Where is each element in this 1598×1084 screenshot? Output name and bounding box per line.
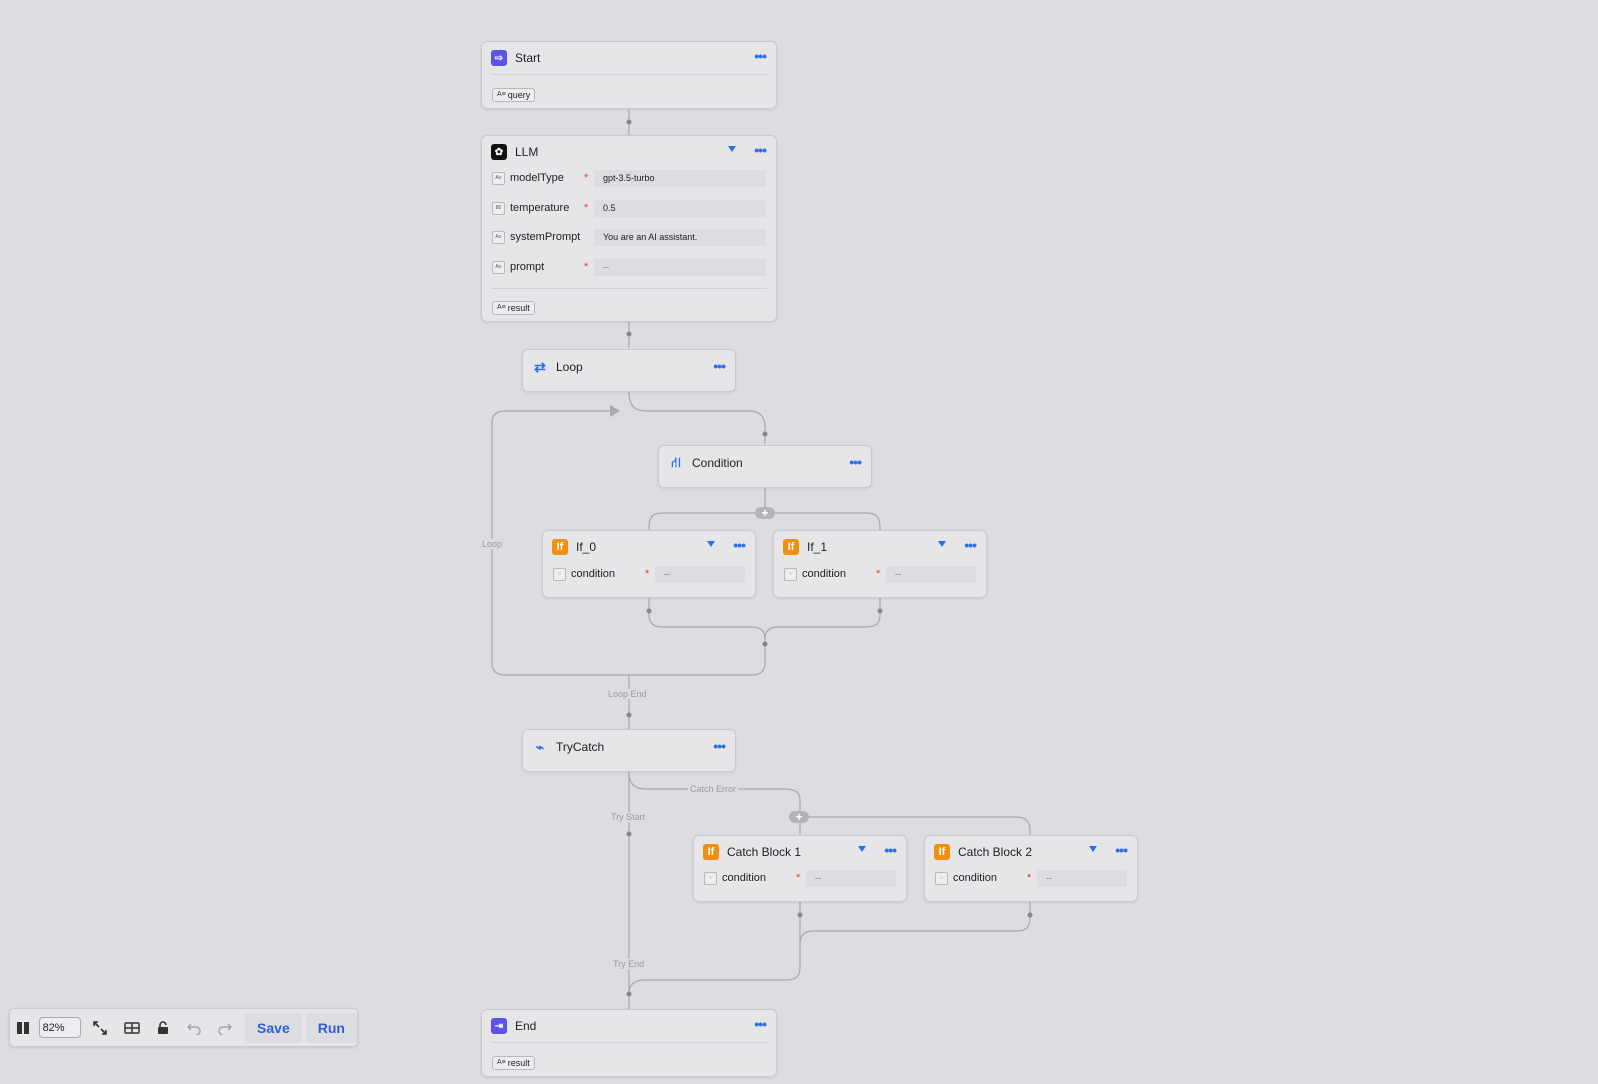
condition-row: ◌ condition * -- [553, 565, 745, 583]
modeltype-field[interactable]: gpt-3.5-turbo [594, 169, 766, 187]
edge-label-try-end: Try End [611, 959, 647, 969]
if-icon: If [934, 844, 950, 860]
if-icon: If [783, 539, 799, 555]
node-title: LLM [515, 145, 539, 159]
boolean-type-icon: ◌ [553, 567, 566, 581]
auto-layout-icon[interactable] [116, 1013, 147, 1043]
end-node[interactable]: ⇥ End ••• A≡ result [481, 1009, 777, 1077]
systemprompt-field[interactable]: You are an AI assistant. [594, 228, 766, 246]
input-row-prompt: A≡ prompt * -- [492, 258, 766, 276]
string-type-icon: A≡ [492, 171, 505, 185]
input-row-temperature: 80 temperature * 0.5 [492, 199, 766, 217]
number-type-icon: 80 [492, 201, 505, 215]
boolean-type-icon: ◌ [784, 567, 797, 581]
required-mark: * [645, 568, 650, 580]
node-title: Loop [556, 360, 583, 374]
flow-canvas[interactable]: Loop Loop End Catch Error Try Start Try … [0, 0, 1598, 1084]
more-dots-icon[interactable]: ••• [733, 538, 746, 552]
save-button[interactable]: Save [245, 1012, 302, 1043]
if1-node[interactable]: If If_1 ••• ◌ condition * -- [773, 530, 987, 598]
add-branch-button[interactable]: + [755, 507, 775, 519]
condition-field[interactable]: -- [1037, 869, 1127, 887]
more-dots-icon[interactable]: ••• [754, 49, 767, 63]
node-title: Condition [692, 456, 743, 470]
fit-view-icon[interactable] [85, 1013, 116, 1043]
node-title: TryCatch [556, 740, 605, 754]
node-title: Start [515, 51, 541, 65]
if-icon: If [703, 844, 719, 860]
trycatch-node[interactable]: ⌁ TryCatch ••• [522, 729, 736, 772]
more-dots-icon[interactable]: ••• [884, 843, 897, 857]
catch-block-1-node[interactable]: If Catch Block 1 ••• ◌ condition * -- [693, 835, 907, 902]
edge-label-loop-end: Loop End [606, 689, 649, 699]
condition-field[interactable]: -- [655, 565, 745, 583]
more-dots-icon[interactable]: ••• [1115, 843, 1128, 857]
collapse-caret-icon[interactable] [1089, 846, 1097, 852]
string-type-icon: A≡ [492, 230, 505, 244]
input-row-systemprompt: A≡ systemPrompt You are an AI assistant. [492, 228, 766, 246]
condition-field[interactable]: -- [806, 869, 896, 887]
output-tag: A≡ query [492, 87, 536, 102]
llm-node[interactable]: ✿ LLM ••• A≡ modelType * gpt-3.5-turbo 8… [481, 135, 777, 322]
run-button[interactable]: Run [305, 1012, 357, 1043]
condition-row: ◌ condition * -- [935, 869, 1127, 887]
more-dots-icon[interactable]: ••• [754, 143, 767, 157]
more-dots-icon[interactable]: ••• [713, 739, 726, 753]
string-type-icon: A≡ [492, 260, 505, 274]
boolean-type-icon: ◌ [704, 871, 717, 885]
condition-icon: ⛙ [671, 453, 681, 470]
input-row-modeltype: A≡ modelType * gpt-3.5-turbo [492, 169, 766, 187]
condition-row: ◌ condition * -- [784, 565, 976, 583]
node-title: End [515, 1019, 537, 1033]
condition-node[interactable]: ⛙ Condition ••• [658, 445, 872, 488]
required-mark: * [584, 202, 589, 214]
node-title: Catch Block 1 [727, 845, 802, 859]
zoom-input[interactable]: 82% [38, 1017, 81, 1038]
output-tag: A≡ result [492, 1055, 535, 1070]
output-tag: A≡ result [492, 300, 535, 315]
catch-block-2-node[interactable]: If Catch Block 2 ••• ◌ condition * -- [924, 835, 1138, 902]
edge-label-try-start: Try Start [609, 812, 648, 822]
node-title: If_1 [807, 540, 828, 554]
more-dots-icon[interactable]: ••• [964, 538, 977, 552]
start-icon: ⇨ [491, 50, 507, 66]
required-mark: * [796, 872, 801, 884]
collapse-caret-icon[interactable] [728, 146, 736, 152]
condition-row: ◌ condition * -- [704, 869, 896, 887]
required-mark: * [876, 568, 881, 580]
condition-field[interactable]: -- [886, 565, 976, 583]
start-node[interactable]: ⇨ Start ••• A≡ query [481, 41, 777, 109]
required-mark: * [584, 261, 589, 273]
edge-label-catch-error: Catch Error [688, 784, 739, 794]
more-dots-icon[interactable]: ••• [849, 455, 862, 469]
llm-icon: ✿ [491, 144, 507, 160]
boolean-type-icon: ◌ [935, 871, 948, 885]
redo-icon[interactable] [210, 1013, 241, 1043]
collapse-caret-icon[interactable] [858, 846, 866, 852]
more-dots-icon[interactable]: ••• [713, 359, 726, 373]
required-mark: * [1027, 872, 1032, 884]
canvas-toolbar: 82% Save Run [9, 1008, 358, 1047]
divider [491, 288, 767, 289]
prompt-field[interactable]: -- [594, 258, 766, 276]
end-icon: ⇥ [491, 1018, 507, 1034]
more-dots-icon[interactable]: ••• [754, 1017, 767, 1031]
node-title: If_0 [576, 540, 597, 554]
collapse-caret-icon[interactable] [938, 541, 946, 547]
undo-icon[interactable] [178, 1013, 209, 1043]
node-title: Catch Block 2 [958, 845, 1033, 859]
loop-node[interactable]: ⇄ Loop ••• [522, 349, 736, 392]
temperature-field[interactable]: 0.5 [594, 199, 766, 217]
collapse-caret-icon[interactable] [707, 541, 715, 547]
minimap-toggle-icon[interactable] [10, 1013, 37, 1043]
if0-node[interactable]: If If_0 ••• ◌ condition * -- [542, 530, 756, 598]
edge-label-loop: Loop [480, 539, 505, 549]
loop-icon: ⇄ [534, 358, 546, 375]
if-icon: If [552, 539, 568, 555]
add-catch-block-button[interactable]: + [789, 811, 809, 823]
required-mark: * [584, 172, 589, 184]
trycatch-icon: ⌁ [535, 738, 545, 755]
lock-icon[interactable] [147, 1013, 178, 1043]
